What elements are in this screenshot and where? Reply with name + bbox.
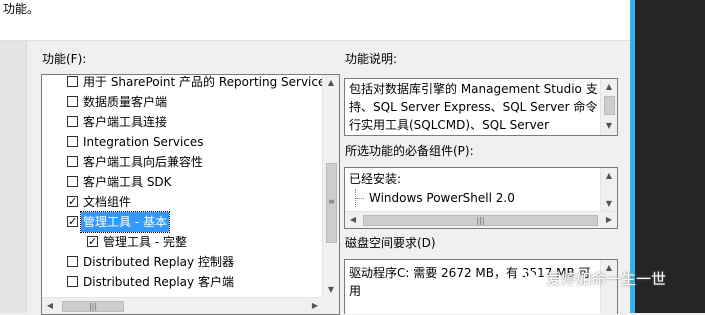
disk-label: 磁盘空间要求(D) bbox=[345, 236, 436, 250]
scroll-thumb[interactable]: ≡ bbox=[326, 163, 337, 243]
feature-label: 文档组件 bbox=[83, 195, 132, 209]
checkbox[interactable] bbox=[67, 96, 78, 107]
horizontal-scroll-thumb[interactable]: ||| bbox=[363, 215, 598, 226]
scroll-up-arrow-icon[interactable]: ▲ bbox=[601, 79, 617, 95]
prereq-tree[interactable]: 已经安装: Windows PowerShell 2.0 ▲ ▼ ◀ ||| ▶ bbox=[344, 167, 618, 229]
scroll-right-arrow-icon[interactable]: ▶ bbox=[307, 298, 323, 314]
checkbox[interactable] bbox=[67, 256, 78, 267]
description-scrollbar[interactable]: ▲ ▼ bbox=[600, 79, 617, 135]
prereq-horizontal-scrollbar[interactable]: ◀ ||| ▶ bbox=[345, 211, 617, 228]
feature-label: 数据质量客户端 bbox=[83, 95, 168, 109]
scroll-up-arrow-icon[interactable]: ▲ bbox=[323, 75, 339, 91]
description-line-2: 持、SQL Server Express、SQL Server 命令 bbox=[349, 100, 598, 114]
window-frame bbox=[630, 0, 705, 313]
feature-label: 管理工具 - 基本 bbox=[80, 211, 170, 233]
scroll-right-arrow-icon[interactable]: ▶ bbox=[601, 212, 617, 228]
prereq-vertical-scrollbar[interactable]: ▲ ▼ bbox=[600, 168, 617, 212]
scroll-down-arrow-icon[interactable]: ▼ bbox=[323, 282, 339, 298]
scroll-down-arrow-icon[interactable]: ▼ bbox=[601, 118, 617, 134]
feature-label: Integration Services bbox=[83, 135, 204, 149]
description-line-3: 行实用工具(SQLCMD)、SQL Server bbox=[349, 118, 549, 132]
features-tree[interactable]: 用于 SharePoint 产品的 Reporting Services 数据质量… bbox=[41, 74, 340, 315]
description-label: 功能说明: bbox=[345, 52, 398, 66]
scroll-down-arrow-icon[interactable]: ▼ bbox=[601, 196, 617, 212]
features-horizontal-scrollbar[interactable]: ◀ ||| ▶ bbox=[42, 297, 323, 314]
feature-label: 客户端工具向后兼容性 bbox=[83, 155, 204, 169]
scroll-left-arrow-icon[interactable]: ◀ bbox=[42, 298, 58, 314]
checkbox[interactable] bbox=[67, 276, 78, 287]
watermark: 爱婷如命一生一世 bbox=[520, 268, 666, 289]
feature-label: 用于 SharePoint 产品的 Reporting Services bbox=[83, 75, 332, 89]
wechat-icon bbox=[520, 269, 540, 289]
features-vertical-scrollbar[interactable]: ▲ ≡ ▼ bbox=[322, 75, 339, 314]
checkbox[interactable] bbox=[67, 116, 78, 127]
scroll-left-arrow-icon[interactable]: ◀ bbox=[345, 212, 361, 228]
feature-label: 客户端工具 SDK bbox=[83, 175, 172, 189]
checkbox[interactable] bbox=[67, 136, 78, 147]
checkbox[interactable] bbox=[67, 76, 78, 87]
scroll-thumb[interactable] bbox=[604, 96, 615, 115]
top-text: 功能。 bbox=[3, 2, 40, 16]
feature-label: 管理工具 - 完整 bbox=[103, 235, 187, 249]
features-label: 功能(F): bbox=[42, 52, 87, 66]
window-accent-border bbox=[630, 0, 635, 313]
checkbox-checked[interactable]: ✓ bbox=[67, 216, 78, 227]
disk-line-2: 用 bbox=[349, 284, 362, 298]
left-navigation-panel bbox=[0, 41, 27, 313]
checkbox[interactable] bbox=[67, 176, 78, 187]
horizontal-scroll-thumb[interactable]: ||| bbox=[62, 301, 124, 312]
checkbox-checked[interactable]: ✓ bbox=[67, 196, 78, 207]
top-bar: 功能。 bbox=[0, 0, 630, 41]
checkbox[interactable] bbox=[67, 156, 78, 167]
prereq-label: 所选功能的必备组件(P): bbox=[345, 144, 474, 158]
prereq-item: Windows PowerShell 2.0 bbox=[369, 191, 515, 205]
feature-label: 客户端工具连接 bbox=[83, 115, 168, 129]
feature-label: Distributed Replay 客户端 bbox=[83, 275, 234, 289]
description-box: 包括对数据库引擎的 Management Studio 支 持、SQL Serv… bbox=[344, 78, 618, 136]
description-line-1: 包括对数据库引擎的 Management Studio 支 bbox=[349, 82, 598, 96]
feature-label: Distributed Replay 控制器 bbox=[83, 255, 234, 269]
checkbox-checked[interactable]: ✓ bbox=[87, 236, 98, 247]
watermark-text: 爱婷如命一生一世 bbox=[546, 270, 667, 288]
tree-branch bbox=[356, 198, 364, 199]
scroll-up-arrow-icon[interactable]: ▲ bbox=[601, 168, 617, 184]
prereq-header: 已经安装: bbox=[349, 172, 402, 186]
